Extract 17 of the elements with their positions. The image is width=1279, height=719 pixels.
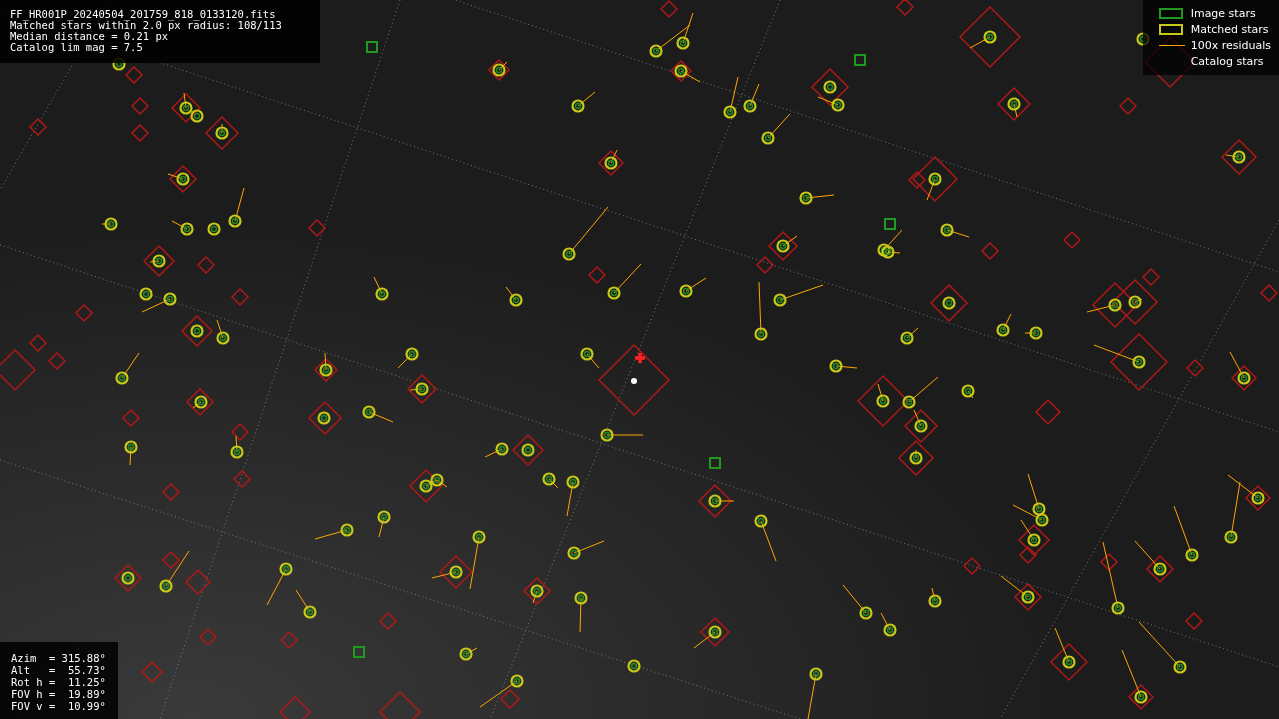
crosshair-icon xyxy=(633,351,647,365)
pointing-text: FOV h = 19.89° xyxy=(11,689,106,700)
pointing-text: Azim = 315.88° xyxy=(11,653,106,664)
legend-label: Matched stars xyxy=(1190,22,1270,37)
matched-star-swatch-icon xyxy=(1158,24,1183,35)
image-star-swatch-icon xyxy=(1158,8,1183,19)
pointing-text: Alt = 55.73° xyxy=(11,665,106,676)
legend-label: 100x residuals xyxy=(1190,38,1271,53)
info-text: Catalog lim mag = 7.5 xyxy=(10,42,144,53)
info-text: FF_HR001P_20240504_201759_818_0133120.fits xyxy=(10,9,277,20)
legend-label: Catalog stars xyxy=(1190,54,1265,69)
info-text: Median distance = 0.21 px xyxy=(10,31,169,42)
info-text: Matched stars within 2.0 px radius: 108/113 xyxy=(10,20,283,31)
pointing-text: Rot h = 11.25° xyxy=(11,677,106,688)
legend-label: Image stars xyxy=(1190,6,1257,21)
residual-line-icon xyxy=(1158,45,1185,46)
pointing-text: FOV v = 10.99° xyxy=(11,701,106,712)
